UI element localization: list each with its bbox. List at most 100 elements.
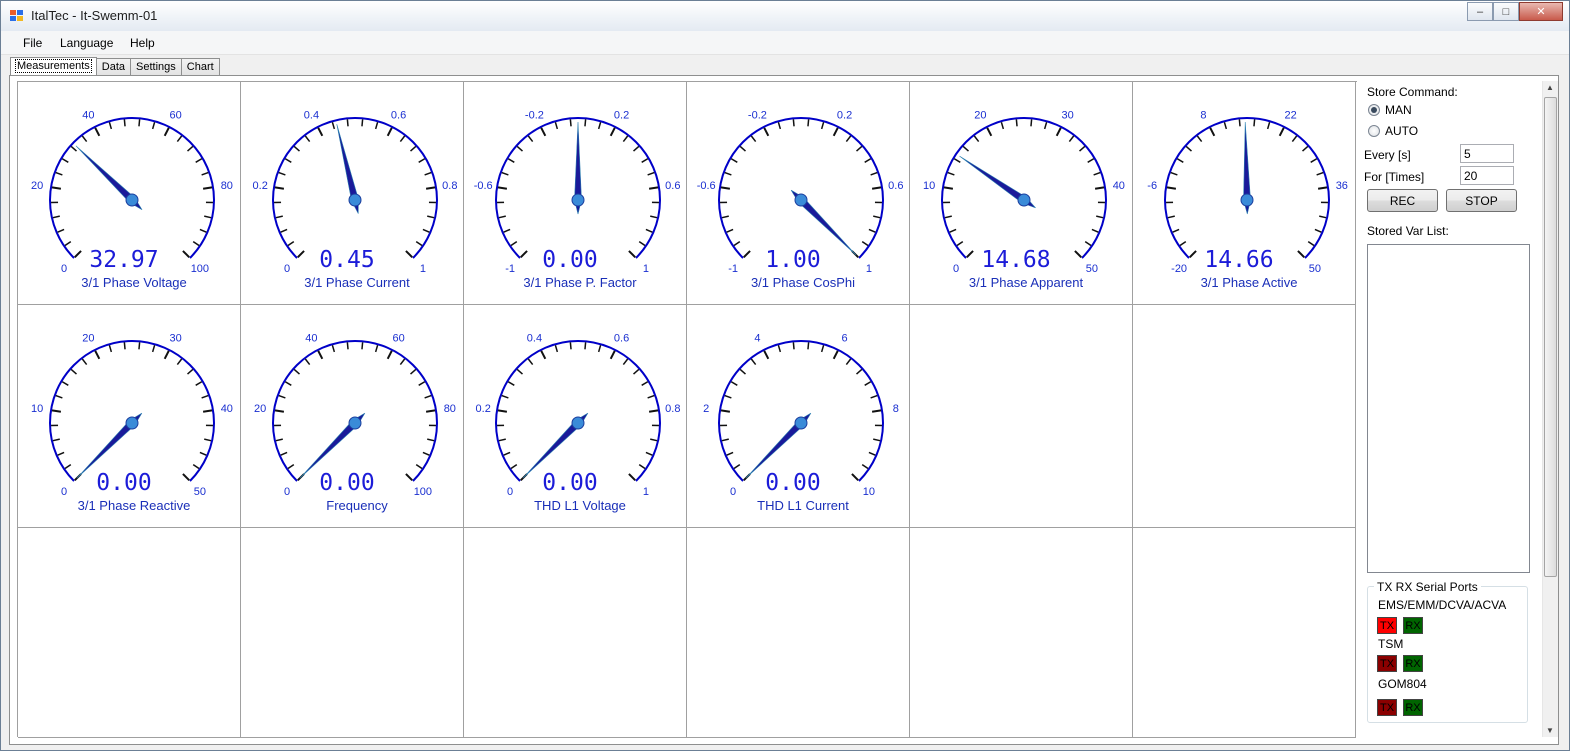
minor-tick — [399, 358, 406, 365]
stored-var-list[interactable] — [1367, 244, 1530, 573]
major-tick — [74, 250, 82, 258]
minor-tick — [516, 145, 523, 152]
major-tick — [405, 473, 413, 481]
needle-hub — [794, 193, 808, 207]
minor-tick — [331, 345, 336, 353]
major-tick — [202, 409, 213, 413]
serial-ports-title: TX RX Serial Ports — [1374, 580, 1481, 594]
gauge-dial: 0 0.2 0.4 0.6 0.8 1 0.00 THD L1 Voltage — [476, 332, 681, 513]
scale-label: 60 — [169, 109, 181, 121]
for-input[interactable] — [1460, 166, 1514, 185]
major-tick — [871, 409, 882, 413]
minor-tick — [861, 240, 869, 247]
minor-tick — [1253, 119, 1256, 127]
minor-tick — [777, 122, 782, 130]
digital-readout: 14.66 — [1204, 247, 1273, 273]
major-tick — [94, 127, 101, 137]
minor-tick — [361, 119, 364, 127]
scale-label: 0.4 — [304, 109, 319, 121]
scale-label: 50 — [194, 486, 206, 498]
port-label: EMS/EMM/DCVA/ACVA — [1378, 598, 1507, 612]
gauge-cell: 0 10 20 30 40 50 0.00 3/1 Phase Reactive — [18, 305, 241, 528]
radio-man-button[interactable] — [1368, 104, 1380, 116]
minor-tick — [569, 119, 572, 127]
minor-tick — [399, 135, 406, 142]
gauge-arc — [49, 117, 215, 259]
minor-tick — [554, 122, 559, 130]
minor-tick — [1238, 119, 1241, 127]
minor-tick — [1043, 122, 1048, 130]
gauge-dial: 0 20 40 60 80 100 32.97 3/1 Phase Voltage — [31, 109, 233, 290]
tab-data[interactable]: Data — [95, 58, 132, 76]
scale-label: 40 — [221, 403, 233, 415]
menu-file[interactable]: File — [23, 36, 42, 50]
minor-tick — [792, 342, 795, 350]
rec-button[interactable]: REC — [1367, 189, 1438, 212]
minor-tick — [331, 122, 336, 130]
scale-label: 50 — [1309, 263, 1321, 275]
menu-language[interactable]: Language — [60, 36, 113, 50]
minor-tick — [820, 345, 825, 353]
minor-tick — [199, 228, 207, 233]
digital-readout: 0.00 — [542, 470, 597, 496]
minor-tick — [792, 119, 795, 127]
scroll-up-icon[interactable]: ▲ — [1546, 83, 1554, 92]
scale-label: 1 — [866, 263, 872, 275]
needle-hub — [1017, 193, 1031, 207]
gauge-dial: -20 -6 8 22 36 50 14.66 3/1 Phase Active — [1147, 109, 1348, 290]
minimize-button[interactable]: – — [1467, 2, 1493, 21]
major-tick — [832, 350, 839, 360]
radio-auto[interactable]: AUTO — [1368, 124, 1418, 138]
tab-measurements[interactable]: Measurements — [10, 57, 97, 76]
minor-tick — [633, 368, 640, 375]
major-tick — [274, 186, 285, 190]
gauge-arc — [941, 117, 1107, 259]
minor-tick — [807, 119, 810, 127]
minor-tick — [650, 438, 658, 442]
every-input[interactable] — [1460, 144, 1514, 163]
minor-tick — [820, 122, 825, 130]
digital-readout: 14.68 — [981, 247, 1050, 273]
minor-tick — [418, 158, 426, 163]
radio-auto-button[interactable] — [1368, 125, 1380, 137]
gauge-cell: 0 20 40 60 80 100 32.97 3/1 Phase Voltage — [18, 82, 241, 305]
major-tick — [871, 186, 882, 190]
scale-label: 100 — [414, 486, 432, 498]
needle-hub — [348, 416, 362, 430]
minor-tick — [1316, 171, 1324, 176]
minor-tick — [554, 345, 559, 353]
tab-chart[interactable]: Chart — [180, 58, 220, 76]
scale-label: 0.6 — [391, 109, 406, 121]
maximize-button[interactable]: □ — [1493, 2, 1519, 21]
major-tick — [720, 186, 731, 190]
minor-tick — [856, 145, 863, 152]
minor-tick — [1172, 228, 1180, 233]
gauge-arc — [272, 340, 438, 482]
minor-tick — [1176, 158, 1184, 163]
minor-tick — [1015, 119, 1018, 127]
minor-tick — [1179, 240, 1187, 247]
minor-tick — [1302, 145, 1309, 152]
scale-label: 36 — [1336, 180, 1348, 192]
radio-man[interactable]: MAN — [1368, 103, 1412, 117]
major-tick — [648, 186, 659, 190]
minor-tick — [873, 438, 881, 442]
stop-button[interactable]: STOP — [1446, 189, 1517, 212]
app-icon — [10, 10, 23, 21]
minor-tick — [864, 158, 872, 163]
minor-tick — [55, 171, 63, 176]
tab-settings[interactable]: Settings — [130, 58, 182, 76]
major-tick — [628, 473, 636, 481]
scale-label: 10 — [863, 486, 875, 498]
gauge-cell: 0 0.2 0.4 0.6 0.8 1 0.00 THD L1 Voltage — [464, 305, 687, 528]
scale-label: 0 — [284, 263, 290, 275]
close-button[interactable]: ✕ — [1519, 2, 1563, 21]
scroll-thumb[interactable] — [1544, 97, 1557, 577]
scroll-down-icon[interactable]: ▼ — [1546, 726, 1554, 735]
menu-help[interactable]: Help — [130, 36, 155, 50]
minor-tick — [280, 451, 288, 456]
minor-tick — [730, 381, 738, 386]
vertical-scrollbar[interactable]: ▲ ▼ — [1542, 81, 1558, 737]
minor-tick — [1167, 215, 1175, 219]
minor-tick — [304, 135, 311, 142]
